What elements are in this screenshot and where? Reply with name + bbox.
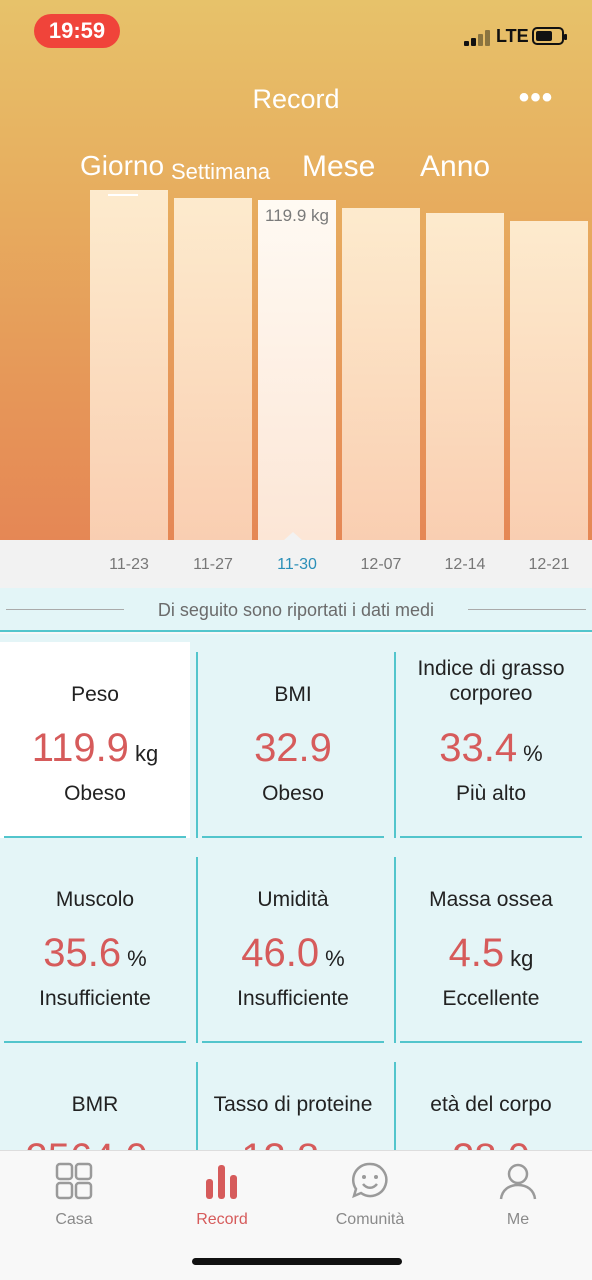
metric-card[interactable]: BMI 32.9 Obeso <box>198 642 396 838</box>
metric-value: 32.9 <box>254 726 332 770</box>
metric-divider-h <box>202 1041 384 1043</box>
metric-title: BMI <box>274 683 312 706</box>
status-time: 19:59 <box>34 14 120 48</box>
metric-value: 46.0 <box>241 931 320 975</box>
tab-me-label: Me <box>506 1211 530 1228</box>
metric-card[interactable]: Peso 119.9 kg Obeso <box>0 642 198 838</box>
date-tick-11-27[interactable]: 11-27 <box>174 556 252 574</box>
metric-title: Peso <box>71 683 119 706</box>
metric-value-row: 32.9 <box>198 726 388 771</box>
tab-comunita-label: Comunità <box>335 1211 405 1228</box>
metric-value-row: 13.8% <box>198 1136 388 1150</box>
metric-title: Muscolo <box>55 888 135 911</box>
more-dots-icon[interactable]: ••• <box>514 83 558 116</box>
date-tick-12-21[interactable]: 12-21 <box>510 556 588 574</box>
tab-comunita[interactable]: Comunità <box>310 1161 430 1229</box>
date-tick-12-07[interactable]: 12-07 <box>342 556 420 574</box>
metric-card[interactable]: Umidità 46.0% Insufficiente <box>198 847 396 1043</box>
tab-casa[interactable]: Casa <box>14 1161 134 1229</box>
metric-card[interactable]: età del corpo 28.0 <box>396 1052 586 1150</box>
signal-icon <box>464 30 492 46</box>
metric-unit: % <box>127 946 147 971</box>
network-type: LTE <box>496 26 529 46</box>
metric-status: Eccellente <box>442 987 540 1010</box>
metric-divider-h <box>4 1041 186 1043</box>
status-bar: 19:59 LTE <box>0 0 592 64</box>
metric-value-row: 119.9 kg <box>0 726 190 771</box>
date-tick-12-14[interactable]: 12-14 <box>426 556 504 574</box>
grid-icon <box>54 1161 94 1201</box>
metric-card[interactable]: BMR 2564.0k <box>0 1052 198 1150</box>
tab-me[interactable]: Me <box>458 1161 578 1229</box>
metric-value-row: 2564.0k <box>0 1136 190 1150</box>
page-title: Record <box>252 84 340 114</box>
selected-bar-caret <box>284 532 302 540</box>
tab-settimana[interactable]: Settimana <box>171 159 270 185</box>
chart-bar-12-21[interactable] <box>510 221 588 540</box>
metric-card[interactable]: Muscolo 35.6% Insufficiente <box>0 847 198 1043</box>
selected-bar-value: 119.9 kg <box>265 206 329 226</box>
metric-value-row: 28.0 <box>396 1136 586 1150</box>
chart-bar-12-14[interactable] <box>426 213 504 540</box>
tab-casa-label: Casa <box>55 1211 93 1228</box>
chart-header-area: 19:59 LTE Record ••• 119.9 kg Giorno Set… <box>0 0 592 540</box>
metric-divider-h <box>4 836 186 838</box>
date-tick-11-30[interactable]: 11-30 <box>258 556 336 574</box>
bar-chart-icon <box>202 1161 242 1201</box>
metric-value-row: 4.5 kg <box>396 931 586 976</box>
metric-card[interactable]: Tasso di proteine 13.8% <box>198 1052 396 1150</box>
chart-bar-11-23[interactable] <box>90 190 168 540</box>
chart-bar-11-30[interactable]: 119.9 kg <box>258 200 336 540</box>
metric-value: 35.6 <box>43 931 122 975</box>
metric-status: Insufficiente <box>237 987 349 1010</box>
tab-giorno[interactable]: Giorno <box>80 150 164 182</box>
date-tick-11-23[interactable]: 11-23 <box>90 556 168 574</box>
metric-status: Insufficiente <box>39 987 151 1010</box>
metric-unit: kg <box>134 741 159 766</box>
tab-record[interactable]: Record <box>162 1161 282 1229</box>
period-selected-indicator <box>108 194 138 196</box>
metric-title: età del corpo <box>430 1093 552 1116</box>
metric-divider-h <box>202 836 384 838</box>
average-banner-text: Di seguito sono riportati i dati medi <box>157 600 435 620</box>
tab-anno[interactable]: Anno <box>420 150 490 184</box>
banner-divider-right <box>468 609 586 610</box>
metric-card[interactable]: Indice di grasso corporeo 33.4% Più alto <box>396 642 586 838</box>
metric-title: Tasso di proteine <box>213 1093 373 1116</box>
average-banner: Di seguito sono riportati i dati medi <box>0 588 592 632</box>
metric-status: Più alto <box>455 782 527 805</box>
chart-bar-11-27[interactable] <box>174 197 252 540</box>
metric-value: 119.9 <box>31 726 129 770</box>
metric-status: Obeso <box>262 782 324 805</box>
metric-title: Umidità <box>257 888 329 911</box>
metric-status: Obeso <box>64 782 126 805</box>
person-icon <box>498 1161 538 1201</box>
chart-bar-12-07[interactable] <box>342 208 420 540</box>
metric-value: 2564.0 <box>25 1136 147 1150</box>
metric-value: 28.0 <box>452 1136 530 1150</box>
date-axis: 11-23 11-27 11-30 12-07 12-14 12-21 <box>0 540 592 588</box>
metric-title: Indice di grasso corporeo <box>417 657 565 705</box>
metrics-grid: Peso 119.9 kg Obeso BMI 32.9 Obeso Indice di gr… <box>0 634 592 1150</box>
metric-unit: % <box>523 741 543 766</box>
metric-value-row: 35.6% <box>0 931 190 976</box>
metric-value: 33.4 <box>439 726 518 770</box>
metric-value-row: 46.0% <box>198 931 388 976</box>
metric-title: BMR <box>71 1093 119 1116</box>
banner-divider-left <box>6 609 124 610</box>
metric-value: 4.5 <box>448 931 505 975</box>
home-indicator <box>192 1258 402 1265</box>
metric-unit: % <box>325 946 345 971</box>
tab-record-label: Record <box>196 1211 248 1228</box>
metric-card[interactable]: Massa ossea 4.5 kg Eccellente <box>396 847 586 1043</box>
metric-divider-h <box>400 1041 582 1043</box>
metric-value-row: 33.4% <box>396 726 586 771</box>
metric-unit: kg <box>510 946 534 971</box>
battery-icon <box>532 27 567 45</box>
tab-mese[interactable]: Mese <box>302 150 375 184</box>
metric-value: 13.8 <box>241 1136 319 1150</box>
metric-divider-h <box>400 836 582 838</box>
metric-title: Massa ossea <box>429 888 553 911</box>
smiley-icon <box>350 1161 390 1201</box>
